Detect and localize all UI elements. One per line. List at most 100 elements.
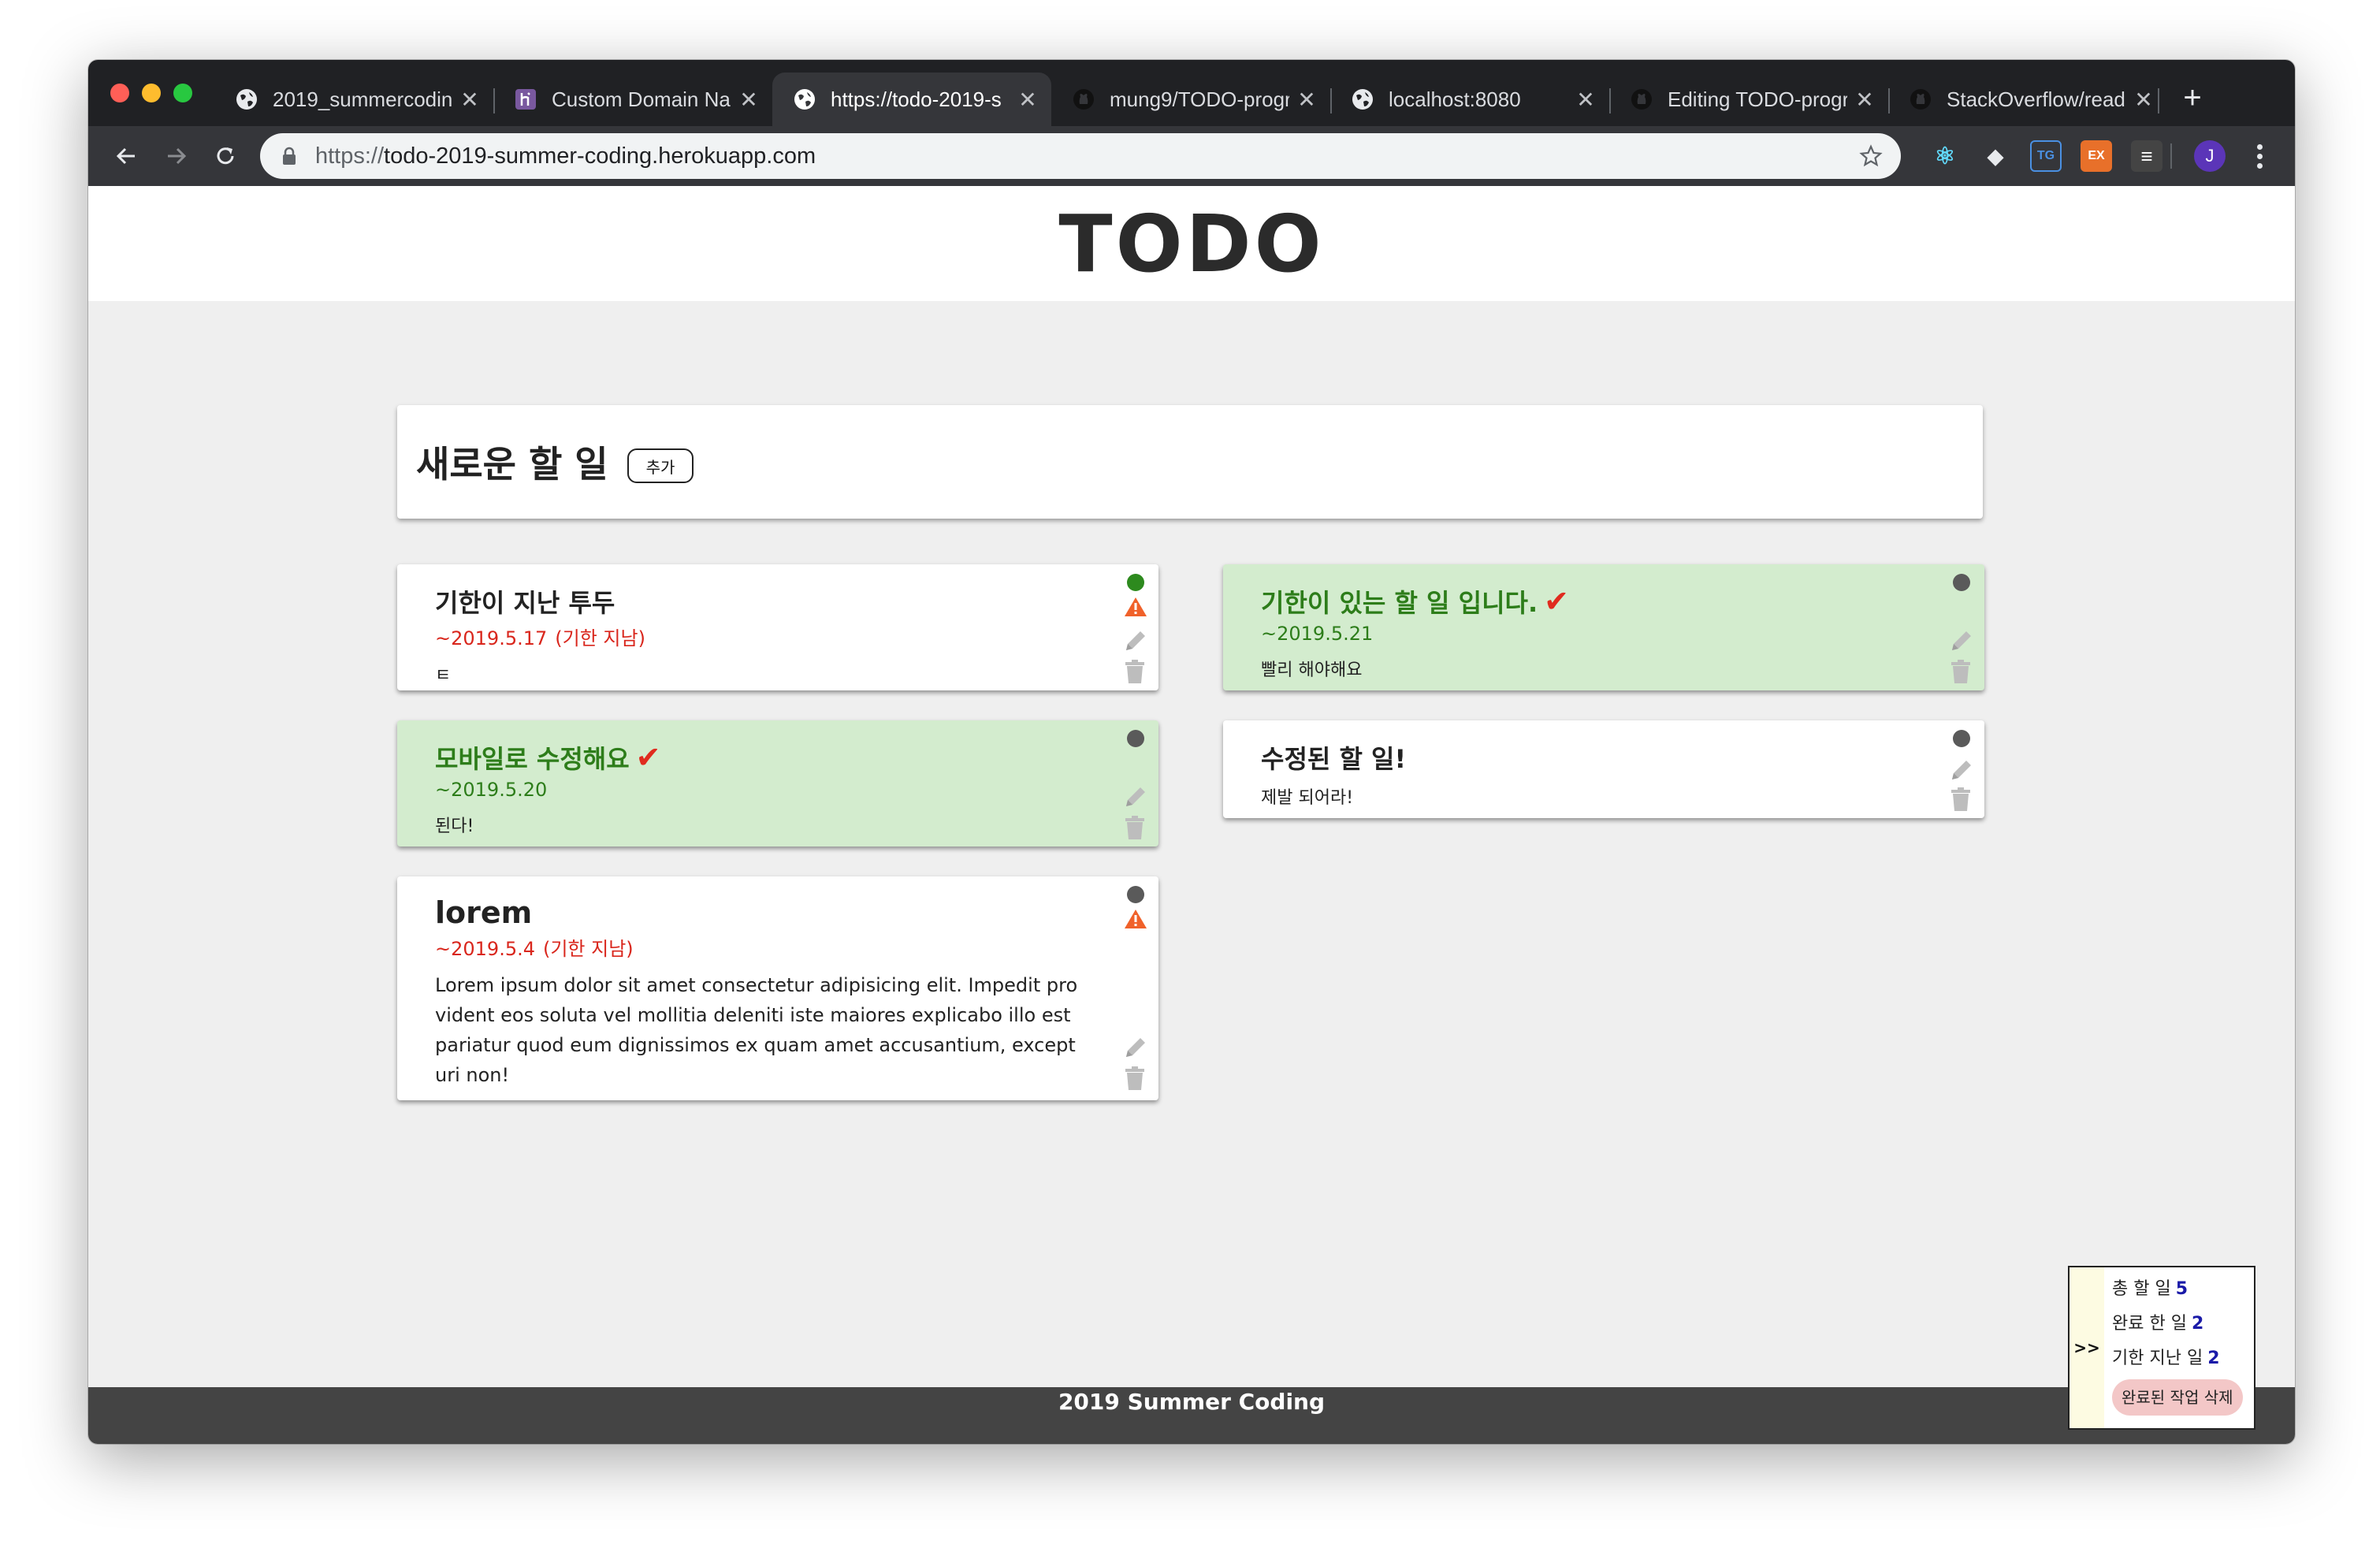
stats-toggle-button[interactable]: >> <box>2069 1267 2104 1428</box>
status-toggle-dot[interactable] <box>1953 730 1970 747</box>
delete-trash-icon[interactable] <box>1124 815 1146 840</box>
overdue-label: (기한 지남) <box>542 938 634 960</box>
delete-trash-icon[interactable] <box>1950 659 1972 684</box>
tab-title: https://todo-2019-s <box>831 87 1002 111</box>
close-icon[interactable]: ✕ <box>2134 87 2153 113</box>
app-header: TODO <box>88 186 2295 301</box>
edit-pencil-icon[interactable] <box>1122 783 1149 810</box>
bookmark-star-icon[interactable] <box>1857 142 1885 170</box>
new-tab-button[interactable]: + <box>2177 82 2208 113</box>
reload-icon <box>217 147 234 165</box>
close-icon[interactable]: ✕ <box>1576 87 1595 113</box>
ex-extension-icon[interactable]: EX <box>2081 140 2112 172</box>
tab-title: localhost:8080 <box>1389 87 1521 111</box>
browser-tab[interactable]: StackOverflow/read ✕ <box>1888 73 2167 126</box>
todo-card: 수정된 할 일! 제발 되어라! <box>1223 720 1984 818</box>
browser-tab[interactable]: localhost:8080 ✕ <box>1330 73 1609 126</box>
edit-pencil-icon[interactable] <box>1122 1034 1149 1061</box>
stat-total: 총 할 일5 <box>2112 1275 2254 1310</box>
edit-pencil-icon[interactable] <box>1948 757 1975 783</box>
todo-title: 모바일로 수정해요 ✔ <box>435 739 1088 776</box>
todo-title: 수정된 할 일! <box>1261 744 1407 774</box>
todo-title: 기한이 지난 투두 <box>435 588 615 618</box>
stat-done-label: 완료 한 일 <box>2112 1314 2187 1334</box>
globe-icon <box>235 87 258 111</box>
close-icon[interactable]: ✕ <box>1855 87 1874 113</box>
tab-title: 2019_summercoding <box>273 87 452 111</box>
close-icon[interactable]: ✕ <box>1297 87 1316 113</box>
globe-icon <box>1351 87 1374 111</box>
check-icon: ✔ <box>635 740 661 775</box>
stat-done-value: 2 <box>2191 1314 2204 1334</box>
edit-pencil-icon[interactable] <box>1948 627 1975 654</box>
minimize-window-button[interactable] <box>142 84 161 102</box>
reload-button[interactable] <box>208 139 243 173</box>
delete-trash-icon[interactable] <box>1950 787 1972 812</box>
browser-tab[interactable]: Custom Domain Na ✕ <box>493 73 772 126</box>
browser-tab-active[interactable]: https://todo-2019-s ✕ <box>772 73 1051 126</box>
stat-overdue: 기한 지난 일2 <box>2112 1345 2254 1379</box>
tab-title: Editing TODO-progr <box>1668 87 1847 111</box>
address-bar[interactable]: https://todo-2019-summer-coding.herokuap… <box>260 133 1901 179</box>
delete-trash-icon[interactable] <box>1124 1066 1146 1091</box>
maximize-window-button[interactable] <box>173 84 192 102</box>
tab-title: mung9/TODO-progr <box>1110 87 1289 111</box>
url-text: https://todo-2019-summer-coding.herokuap… <box>315 143 1857 169</box>
status-toggle-dot[interactable] <box>1127 574 1144 591</box>
browser-tab[interactable]: Editing TODO-progr ✕ <box>1609 73 1888 126</box>
browser-tab[interactable]: mung9/TODO-progr ✕ <box>1051 73 1330 126</box>
toolbar-separator <box>2170 143 2172 169</box>
tg-extension-icon[interactable]: TG <box>2030 140 2062 172</box>
stat-total-label: 총 할 일 <box>2112 1279 2171 1299</box>
todo-body: ㅌ <box>435 666 452 686</box>
overdue-label: (기한 지남) <box>555 627 645 649</box>
react-devtools-icon[interactable]: ⚛ <box>1929 140 1961 172</box>
globe-icon <box>793 87 816 111</box>
close-icon[interactable]: ✕ <box>739 87 758 113</box>
stat-overdue-label: 기한 지난 일 <box>2112 1349 2203 1368</box>
close-window-button[interactable] <box>110 84 129 102</box>
github-icon <box>1072 87 1095 111</box>
tab-title: Custom Domain Na <box>552 87 731 111</box>
todo-due: ~2019.5.20 <box>435 779 548 801</box>
browser-tab[interactable]: 2019_summercoding ✕ <box>214 73 493 126</box>
todo-body: 된다! <box>435 817 474 836</box>
warning-icon <box>1125 597 1147 616</box>
status-toggle-dot[interactable] <box>1127 730 1144 747</box>
todo-due: ~2019.5.17 (기한 지남) <box>435 623 1088 650</box>
more-menu-icon[interactable] <box>2248 140 2271 172</box>
heroku-icon <box>514 87 537 111</box>
stats-panel: >> 총 할 일5 완료 한 일2 기한 지난 일2 완료된 작업 삭제 <box>2068 1266 2255 1430</box>
status-toggle-dot[interactable] <box>1127 886 1144 903</box>
arrow-right-icon <box>168 147 187 165</box>
status-toggle-dot[interactable] <box>1953 574 1970 591</box>
edit-pencil-icon[interactable] <box>1122 627 1149 654</box>
todo-due-date: ~2019.5.17 <box>435 627 548 649</box>
shield-extension-icon[interactable]: ◆ <box>1980 140 2011 172</box>
todo-card: lorem ~2019.5.4 (기한 지남) Lorem ipsum dolor… <box>397 876 1158 1100</box>
footer-text: 2019 Summer Coding <box>1058 1389 1326 1415</box>
forward-button[interactable] <box>159 139 194 173</box>
add-todo-button[interactable]: 추가 <box>627 448 694 483</box>
new-todo-box: 새로운 할 일 추가 <box>397 405 1983 519</box>
todo-due: ~2019.5.4 (기한 지남) <box>435 933 1080 961</box>
github-icon <box>1909 87 1932 111</box>
clear-completed-button[interactable]: 완료된 작업 삭제 <box>2112 1379 2243 1416</box>
delete-trash-icon[interactable] <box>1124 659 1146 684</box>
todo-title: 기한이 있는 할 일 입니다. ✔ <box>1261 583 1913 620</box>
grid-extension-icon[interactable]: ≡ <box>2131 140 2162 172</box>
back-button[interactable] <box>109 139 143 173</box>
close-icon[interactable]: ✕ <box>1018 87 1037 113</box>
tab-title: StackOverflow/read <box>1947 87 2125 111</box>
tab-strip: 2019_summercoding ✕ Custom Domain Na ✕ h… <box>88 60 2295 126</box>
stat-overdue-value: 2 <box>2207 1349 2220 1368</box>
stat-done: 완료 한 일2 <box>2112 1310 2254 1345</box>
page-content: TODO 새로운 할 일 추가 기한이 지난 투두 ~2019.5.17 (기한 … <box>88 186 2295 1444</box>
url-host: todo-2019-summer-coding.herokuapp.com <box>384 143 816 169</box>
todo-card: 기한이 지난 투두 ~2019.5.17 (기한 지남) ㅌ <box>397 564 1158 690</box>
stat-total-value: 5 <box>2175 1279 2188 1299</box>
profile-avatar[interactable]: J <box>2194 140 2226 172</box>
todo-due-date: ~2019.5.4 <box>435 938 535 960</box>
todo-title: lorem <box>435 895 533 930</box>
close-icon[interactable]: ✕ <box>460 87 479 113</box>
